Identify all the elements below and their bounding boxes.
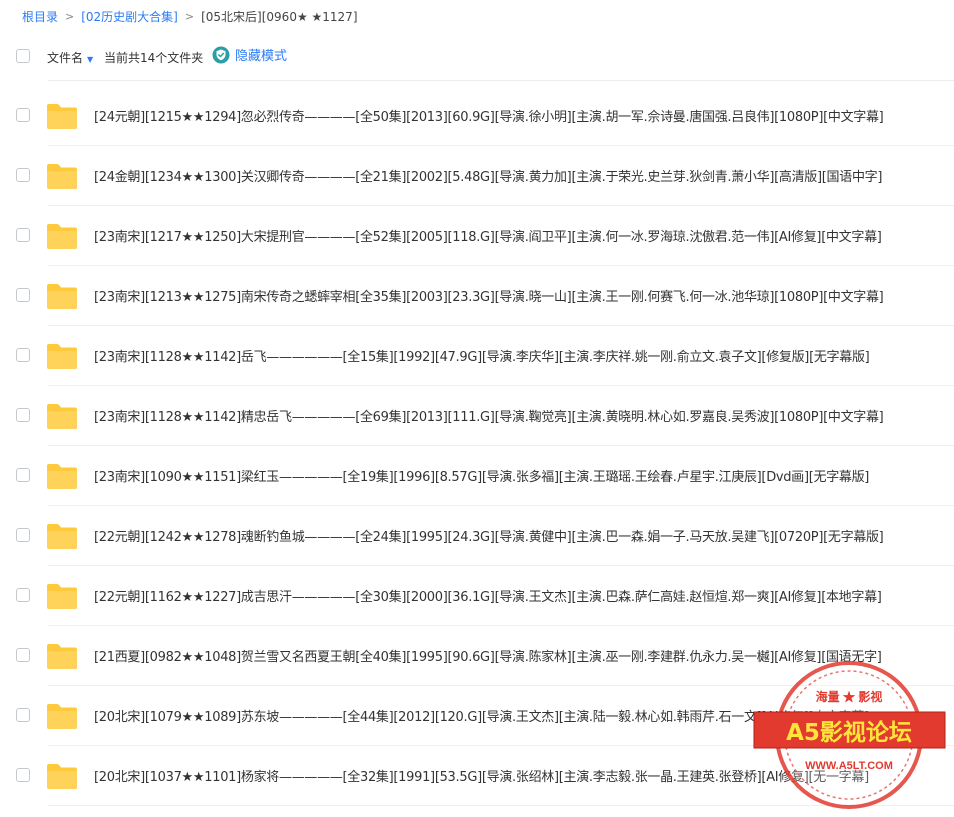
file-row[interactable]: [23南宋][1217★★1250]大宋提刑官————[全52集][2005][…: [0, 206, 954, 266]
folder-icon: [47, 764, 77, 789]
folder-icon: [47, 224, 77, 249]
file-row[interactable]: [24金朝][1234★★1300]关汉卿传奇————[全21集][2002][…: [0, 146, 954, 206]
row-checkbox[interactable]: [16, 108, 30, 122]
breadcrumb-parent-link[interactable]: [02历史剧大合集]: [81, 8, 178, 25]
folder-icon: [47, 104, 77, 129]
shield-check-icon: [212, 46, 230, 63]
folder-icon: [47, 524, 77, 549]
folder-icon: [47, 464, 77, 489]
sort-by-name-button[interactable]: 文件名 ▼: [47, 49, 93, 66]
file-name-link[interactable]: [23南宋][1128★★1142]精忠岳飞—————[全69集][2013][…: [94, 406, 884, 425]
folder-icon: [47, 704, 77, 729]
chevron-right-icon: >: [184, 9, 195, 23]
row-divider: [48, 805, 954, 806]
file-list-toolbar: 文件名 ▼ 当前共14个文件夹 隐藏模式: [0, 44, 954, 70]
file-row[interactable]: [23南宋][1213★★1275]南宋传奇之蟋蟀宰相[全35集][2003][…: [0, 266, 954, 326]
folder-icon: [47, 164, 77, 189]
folder-icon: [47, 644, 77, 669]
row-checkbox[interactable]: [16, 768, 30, 782]
row-checkbox[interactable]: [16, 228, 30, 242]
file-row[interactable]: [20北宋][1037★★1101]杨家将—————[全32集][1991][5…: [0, 746, 954, 806]
file-name-link[interactable]: [22元朝][1242★★1278]魂断钓鱼城————[全24集][1995][…: [94, 526, 884, 545]
folder-icon: [47, 584, 77, 609]
header-divider: [48, 80, 954, 81]
row-checkbox[interactable]: [16, 648, 30, 662]
file-row[interactable]: [23南宋][1128★★1142]精忠岳飞—————[全69集][2013][…: [0, 386, 954, 446]
folder-count-text: 当前共14个文件夹: [104, 51, 204, 65]
row-checkbox[interactable]: [16, 528, 30, 542]
file-row[interactable]: [24元朝][1215★★1294]忽必烈传奇————[全50集][2013][…: [0, 86, 954, 146]
file-name-link[interactable]: [20北宋][1079★★1089]苏东坡—————[全44集][2012][1…: [94, 706, 869, 725]
file-name-link[interactable]: [23南宋][1213★★1275]南宋传奇之蟋蟀宰相[全35集][2003][…: [94, 286, 884, 305]
row-checkbox[interactable]: [16, 348, 30, 362]
file-name-link[interactable]: [23南宋][1090★★1151]梁红玉—————[全19集][1996][8…: [94, 466, 869, 485]
file-row[interactable]: [20北宋][1079★★1089]苏东坡—————[全44集][2012][1…: [0, 686, 954, 746]
chevron-right-icon: >: [65, 9, 75, 23]
breadcrumb-root-link[interactable]: 根目录: [22, 8, 58, 25]
file-row[interactable]: [22元朝][1162★★1227]成吉思汗—————[全30集][2000][…: [0, 566, 954, 626]
hide-mode-button[interactable]: 隐藏模式: [212, 45, 287, 64]
row-checkbox[interactable]: [16, 708, 30, 722]
file-name-link[interactable]: [24元朝][1215★★1294]忽必烈传奇————[全50集][2013][…: [94, 106, 884, 125]
file-name-link[interactable]: [24金朝][1234★★1300]关汉卿传奇————[全21集][2002][…: [94, 166, 882, 185]
row-checkbox[interactable]: [16, 588, 30, 602]
folder-icon: [47, 344, 77, 369]
file-list: [24元朝][1215★★1294]忽必烈传奇————[全50集][2013][…: [0, 86, 954, 806]
file-name-link[interactable]: [23南宋][1128★★1142]岳飞——————[全15集][1992][4…: [94, 346, 870, 365]
folder-icon: [47, 404, 77, 429]
row-checkbox[interactable]: [16, 468, 30, 482]
row-checkbox[interactable]: [16, 408, 30, 422]
file-row[interactable]: [22元朝][1242★★1278]魂断钓鱼城————[全24集][1995][…: [0, 506, 954, 566]
file-name-link[interactable]: [23南宋][1217★★1250]大宋提刑官————[全52集][2005][…: [94, 226, 882, 245]
hide-mode-label: 隐藏模式: [235, 49, 288, 64]
sort-down-icon: ▼: [87, 55, 94, 64]
breadcrumb-current: [05北宋后][0960★ ★1127]: [201, 9, 358, 24]
file-name-link[interactable]: [20北宋][1037★★1101]杨家将—————[全32集][1991][5…: [94, 766, 869, 785]
file-row[interactable]: [21西夏][0982★★1048]贺兰雪又名西夏王朝[全40集][1995][…: [0, 626, 954, 686]
file-row[interactable]: [23南宋][1128★★1142]岳飞——————[全15集][1992][4…: [0, 326, 954, 386]
row-checkbox[interactable]: [16, 168, 30, 182]
file-name-link[interactable]: [22元朝][1162★★1227]成吉思汗—————[全30集][2000][…: [94, 586, 882, 605]
row-checkbox[interactable]: [16, 288, 30, 302]
breadcrumb: 根目录 > [02历史剧大合集] > [05北宋后][0960★ ★1127]: [22, 6, 358, 26]
folder-icon: [47, 284, 77, 309]
file-row[interactable]: [23南宋][1090★★1151]梁红玉—————[全19集][1996][8…: [0, 446, 954, 506]
sort-label: 文件名: [47, 51, 84, 65]
file-name-link[interactable]: [21西夏][0982★★1048]贺兰雪又名西夏王朝[全40集][1995][…: [94, 646, 882, 665]
select-all-checkbox[interactable]: [16, 49, 30, 63]
